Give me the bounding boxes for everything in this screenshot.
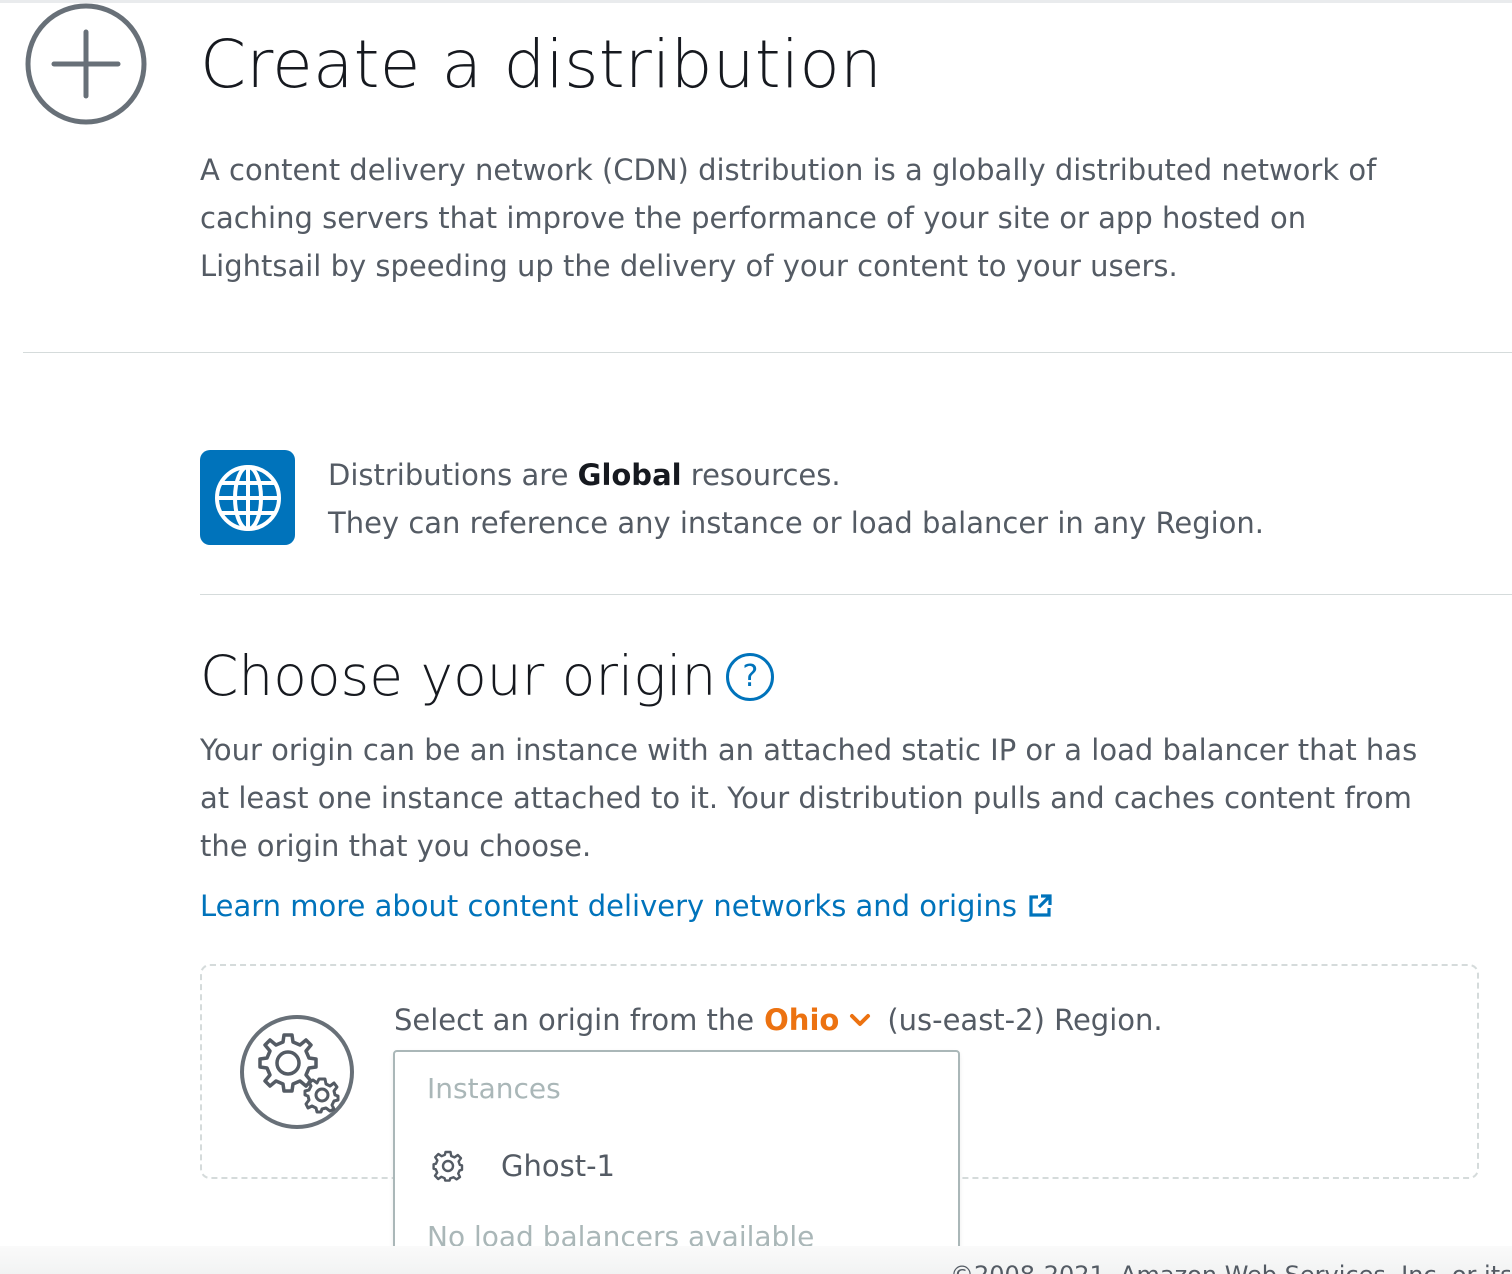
learn-more-link[interactable]: Learn more about content delivery networ… <box>200 889 1053 923</box>
region-name: Ohio <box>764 1003 840 1037</box>
create-distribution-page: Create a distribution A content delivery… <box>0 0 1512 1274</box>
dropdown-item-label: Ghost-1 <box>501 1149 615 1183</box>
section-divider <box>23 352 1512 353</box>
globe-tile <box>200 450 295 545</box>
region-prefix: Select an origin from the <box>394 1003 755 1037</box>
global-notice-line-2: They can reference any instance or load … <box>328 506 1265 540</box>
plus-circle-icon <box>25 3 147 125</box>
origin-heading-text: Choose your origin <box>200 644 717 708</box>
globe-icon <box>214 464 281 531</box>
section-divider-2 <box>200 594 1512 595</box>
dropdown-item-instance[interactable]: Ghost-1 <box>397 1138 956 1194</box>
global-keyword: Global <box>577 458 682 492</box>
origin-description: Your origin can be an instance with an a… <box>200 733 1418 863</box>
global-resources-notice: Distributions are Global resources. They… <box>328 451 1428 547</box>
region-suffix: (us-east-2) Region. <box>887 1003 1163 1037</box>
gears-circle-icon <box>240 1015 354 1129</box>
origin-dropdown-menu: Instances Ghost-1 No load balancers avai… <box>393 1050 960 1272</box>
footer-copyright: ©2008-2021, Amazon Web Services, Inc. or… <box>950 1258 1510 1274</box>
region-dropdown[interactable]: Ohio <box>764 1003 871 1037</box>
gear-icon <box>432 1150 464 1182</box>
origin-heading: Choose your origin ? <box>200 644 775 708</box>
external-link-icon <box>1029 894 1052 917</box>
region-selection-line: Select an origin from the Ohio (us-east-… <box>394 1003 1163 1037</box>
page-title: Create a distribution <box>200 26 883 103</box>
global-notice-line-1: Distributions are Global resources. <box>328 458 841 492</box>
page-description: A content delivery network (CDN) distrib… <box>200 153 1377 283</box>
top-edge <box>0 0 1512 3</box>
help-circle-icon[interactable]: ? <box>726 653 775 701</box>
dropdown-group-instances: Instances <box>427 1072 561 1105</box>
chevron-down-icon <box>850 1014 871 1026</box>
learn-more-link-text: Learn more about content delivery networ… <box>200 889 1017 923</box>
